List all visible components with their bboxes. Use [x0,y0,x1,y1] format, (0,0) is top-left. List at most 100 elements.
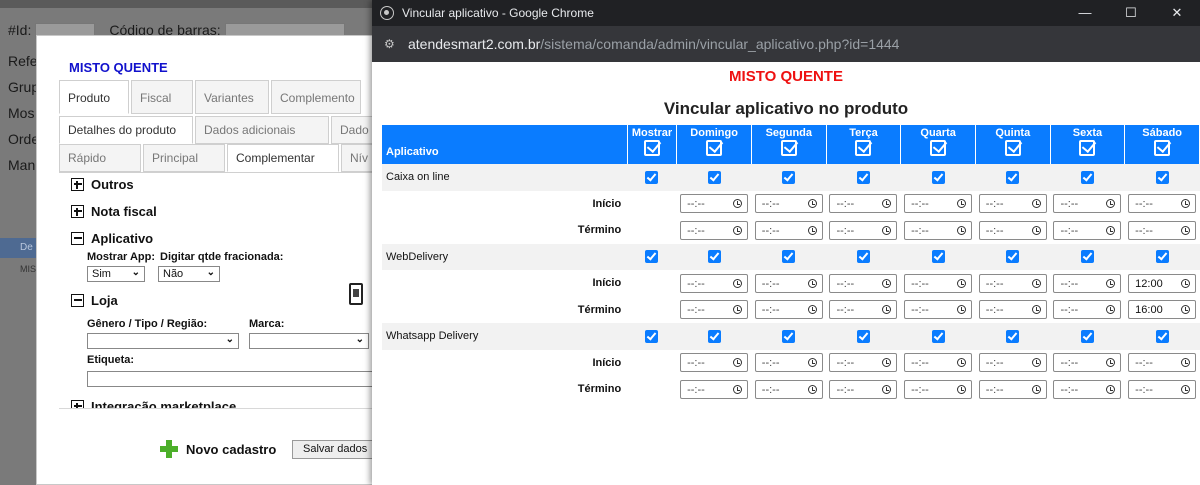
time-input[interactable]: --:-- [1128,194,1197,214]
day-checkbox[interactable] [782,250,796,264]
time-input[interactable]: --:-- [1053,220,1122,240]
time-input[interactable]: --:-- [829,194,898,214]
time-input[interactable]: --:-- [680,379,749,399]
day-checkbox[interactable] [931,170,945,184]
time-input[interactable]: --:-- [1053,300,1122,320]
day-checkbox[interactable] [856,250,870,264]
day-checkbox[interactable] [931,329,945,343]
time-input[interactable]: --:-- [904,220,973,240]
time-input[interactable]: --:-- [829,273,898,293]
time-input[interactable]: 12:00 [1128,273,1197,293]
day-checkbox[interactable] [856,329,870,343]
day-checkbox[interactable] [707,250,721,264]
select-all-checkbox[interactable] [643,140,660,156]
address-bar[interactable]: ⚙ atendesmart2.com.br/sistema/comanda/ad… [372,26,1200,62]
time-input[interactable]: --:-- [904,353,973,373]
time-input[interactable]: --:-- [754,300,823,320]
time-input[interactable]: --:-- [680,194,749,214]
select-all-checkbox[interactable] [706,140,723,156]
day-checkbox[interactable] [1006,170,1020,184]
section-integracao[interactable]: Integração marketplace [71,399,236,408]
day-checkbox[interactable] [856,170,870,184]
section-aplicativo[interactable]: Aplicativo [71,231,153,246]
time-input[interactable]: --:-- [904,379,973,399]
etiqueta-input[interactable] [87,371,377,387]
time-input[interactable]: --:-- [754,220,823,240]
day-checkbox[interactable] [1006,329,1020,343]
select-all-checkbox[interactable] [780,140,797,156]
time-input[interactable]: --:-- [1128,379,1197,399]
section-outros[interactable]: Outros [71,177,134,192]
day-checkbox[interactable] [645,170,659,184]
time-input[interactable]: --:-- [978,379,1047,399]
time-input[interactable]: --:-- [680,220,749,240]
mostrar-app-select[interactable]: Sim ⌄ [87,266,145,282]
time-input[interactable]: --:-- [754,353,823,373]
time-input[interactable]: --:-- [680,273,749,293]
tab-produto[interactable]: Produto [59,80,129,114]
time-input[interactable]: --:-- [829,353,898,373]
salvar-dados-button[interactable]: Salvar dados [292,440,379,459]
select-all-checkbox[interactable] [1079,140,1096,156]
tab-principal[interactable]: Principal [143,144,225,172]
time-input[interactable]: --:-- [680,353,749,373]
day-checkbox[interactable] [1080,250,1094,264]
day-checkbox[interactable] [707,170,721,184]
select-all-checkbox[interactable] [930,140,947,156]
day-checkbox[interactable] [1080,170,1094,184]
day-checkbox[interactable] [782,170,796,184]
tab-complemento[interactable]: Complemento [271,80,361,114]
day-checkbox[interactable] [1155,250,1169,264]
novo-cadastro-button[interactable]: Novo cadastro [160,440,276,458]
marca-select[interactable]: ⌄ [249,333,369,349]
time-input[interactable]: --:-- [978,273,1047,293]
day-checkbox[interactable] [931,250,945,264]
time-input[interactable]: --:-- [1128,220,1197,240]
close-button[interactable]: ✕ [1154,0,1200,26]
time-input[interactable]: --:-- [1128,353,1197,373]
time-input[interactable]: --:-- [754,379,823,399]
time-input[interactable]: --:-- [978,300,1047,320]
qtde-fracionada-select[interactable]: Não ⌄ [158,266,220,282]
day-checkbox[interactable] [782,329,796,343]
time-input[interactable]: --:-- [680,300,749,320]
time-input[interactable]: --:-- [904,300,973,320]
time-input[interactable]: --:-- [904,194,973,214]
select-all-checkbox[interactable] [855,140,872,156]
time-input[interactable]: --:-- [1053,353,1122,373]
day-checkbox[interactable] [1155,170,1169,184]
section-loja[interactable]: Loja [71,293,118,308]
minimize-button[interactable]: — [1062,0,1108,26]
time-input[interactable]: --:-- [754,273,823,293]
time-input[interactable]: --:-- [1053,379,1122,399]
tab-variantes[interactable]: Variantes [195,80,269,114]
tab-complementar[interactable]: Complementar [227,144,339,172]
site-info-icon[interactable]: ⚙ [384,37,398,51]
tab-dados-adicionais[interactable]: Dados adicionais [195,116,329,144]
tab-dados[interactable]: Dado [331,116,373,144]
maximize-button[interactable]: ☐ [1108,0,1154,26]
section-nota-fiscal[interactable]: Nota fiscal [71,204,157,219]
day-checkbox[interactable] [1155,329,1169,343]
day-checkbox[interactable] [707,329,721,343]
time-input[interactable]: --:-- [978,194,1047,214]
time-input[interactable]: --:-- [829,379,898,399]
day-checkbox[interactable] [645,250,659,264]
tab-detalhes-produto[interactable]: Detalhes do produto [59,116,193,144]
time-input[interactable]: --:-- [829,220,898,240]
time-input[interactable]: --:-- [904,273,973,293]
genero-select[interactable]: ⌄ [87,333,239,349]
time-input[interactable]: --:-- [1053,273,1122,293]
time-input[interactable]: --:-- [978,220,1047,240]
time-input[interactable]: --:-- [829,300,898,320]
time-input[interactable]: 16:00 [1128,300,1197,320]
time-input[interactable]: --:-- [1053,194,1122,214]
time-input[interactable]: --:-- [978,353,1047,373]
tab-rapido[interactable]: Rápido [59,144,141,172]
day-checkbox[interactable] [1006,250,1020,264]
tab-fiscal[interactable]: Fiscal [131,80,193,114]
day-checkbox[interactable] [1080,329,1094,343]
time-input[interactable]: --:-- [754,194,823,214]
select-all-checkbox[interactable] [1154,140,1171,156]
select-all-checkbox[interactable] [1004,140,1021,156]
